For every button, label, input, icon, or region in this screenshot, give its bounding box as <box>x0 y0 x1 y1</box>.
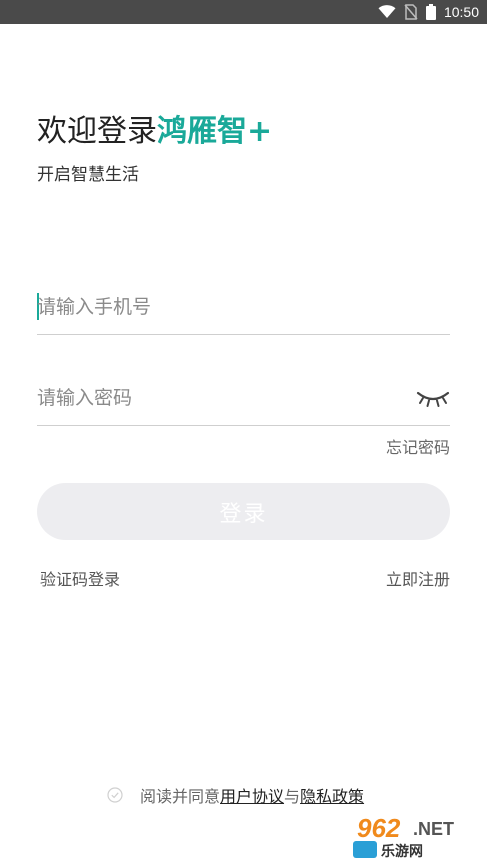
eye-closed-icon[interactable] <box>416 387 450 409</box>
login-screen: 10:50 欢迎登录鸿雁智+ 开启智慧生活 忘记密码 登录 验证码登录 立即注册… <box>0 0 487 866</box>
page-title: 欢迎登录鸿雁智+ <box>37 112 272 152</box>
agreement-checkbox-icon[interactable] <box>107 787 123 803</box>
password-field <box>37 375 450 426</box>
svg-text:.NET: .NET <box>413 819 454 839</box>
sms-login-link[interactable]: 验证码登录 <box>40 566 120 590</box>
password-input[interactable] <box>37 375 397 421</box>
status-icons: 10:50 <box>378 0 479 24</box>
watermark-logo: 962 .NET 乐游网 <box>351 810 481 860</box>
svg-text:乐游网: 乐游网 <box>381 843 423 860</box>
status-time: 10:50 <box>443 4 479 20</box>
subtitle: 开启智慧生活 <box>37 165 139 185</box>
wifi-icon <box>378 5 396 18</box>
register-link[interactable]: 立即注册 <box>386 566 450 590</box>
no-sim-icon <box>404 4 418 20</box>
svg-text:962: 962 <box>357 813 401 843</box>
status-bar: 10:50 <box>0 0 487 24</box>
phone-input[interactable] <box>37 284 397 330</box>
welcome-text: 欢迎登录 <box>37 114 157 149</box>
user-agreement-link[interactable]: 用户协议 <box>220 783 284 807</box>
forgot-password-link[interactable]: 忘记密码 <box>386 434 450 458</box>
login-button[interactable]: 登录 <box>37 483 450 540</box>
phone-field <box>37 284 450 335</box>
privacy-policy-link[interactable]: 隐私政策 <box>300 783 364 807</box>
agreement-prefix: 阅读并同意 <box>140 787 221 806</box>
agreement-conjunction: 与 <box>284 787 301 806</box>
brand-name: 鸿雁智+ <box>157 114 273 149</box>
agreement-row: 阅读并同意 用户协议 与 隐私政策 <box>107 783 364 807</box>
battery-icon <box>425 4 436 20</box>
